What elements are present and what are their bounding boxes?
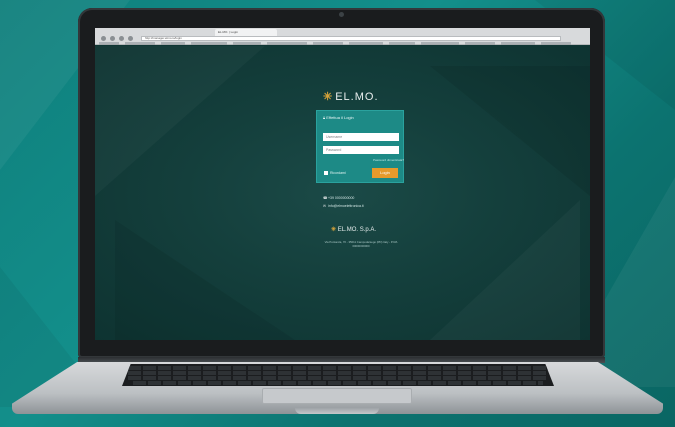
bookmark-item[interactable]	[161, 42, 185, 45]
logo-text: EL.MO.	[335, 91, 379, 103]
contact-email[interactable]: ✉ info@elmoelettronica.it	[323, 204, 364, 208]
page-facet	[430, 66, 590, 196]
key-row	[133, 381, 543, 385]
username-placeholder: Username	[326, 135, 343, 139]
bookmark-item[interactable]	[233, 42, 261, 45]
footer-logo-mark-icon: ✳	[331, 227, 337, 233]
forward-icon[interactable]	[110, 36, 115, 41]
bookmark-item[interactable]	[421, 42, 459, 45]
login-header: 🔒︎ Effettua il Login	[323, 115, 354, 120]
browser-tab-title: EL.MO. | Login	[218, 30, 238, 34]
bookmark-item[interactable]	[349, 42, 383, 45]
bookmark-item[interactable]	[389, 42, 415, 45]
forgot-password-link[interactable]: Password dimenticata?	[373, 158, 404, 162]
webcam	[339, 12, 344, 17]
back-icon[interactable]	[101, 36, 106, 41]
trackpad	[262, 388, 412, 404]
address-bar[interactable]: http://manager.elmo.io/login	[141, 36, 561, 41]
page-facet	[95, 46, 265, 196]
remember-me-label: Ricordami	[330, 171, 346, 175]
bookmarks-bar	[99, 42, 579, 45]
login-title: Effettua il Login	[326, 115, 354, 120]
address-bar-url: http://manager.elmo.io/login	[145, 36, 182, 40]
browser-chrome: EL.MO. | Login http://manager.elmo.io/lo…	[95, 28, 590, 45]
key-row	[128, 371, 548, 375]
page-facet	[115, 220, 295, 340]
footer-logo-text: EL.MO. S.p.A.	[337, 227, 377, 233]
laptop-lid: EL.MO. | Login http://manager.elmo.io/lo…	[78, 8, 605, 358]
login-card: 🔒︎ Effettua il Login Username Password P…	[316, 110, 404, 183]
password-placeholder: Password	[326, 148, 342, 152]
password-field[interactable]: Password	[323, 146, 399, 154]
bookmark-item[interactable]	[125, 42, 155, 45]
page-facet	[430, 200, 580, 340]
bookmark-item[interactable]	[99, 42, 119, 45]
bookmark-item[interactable]	[191, 42, 227, 45]
reload-icon[interactable]	[119, 36, 124, 41]
bookmark-item[interactable]	[465, 42, 495, 45]
key-row	[128, 376, 548, 380]
remember-me-checkbox[interactable]: Ricordami	[324, 171, 346, 176]
key-row	[128, 366, 548, 370]
email-address: info@elmoelettronica.it	[328, 204, 364, 208]
footer-logo: ✳ EL.MO. S.p.A.	[331, 226, 376, 233]
lid-notch	[295, 408, 379, 414]
bookmark-item[interactable]	[267, 42, 307, 45]
bookmark-item[interactable]	[541, 42, 571, 45]
keyboard	[122, 364, 554, 386]
login-button[interactable]: Login	[372, 168, 398, 178]
home-icon[interactable]	[128, 36, 133, 41]
contact-phone: ☎+39 0000000000	[323, 196, 354, 200]
bookmark-item[interactable]	[313, 42, 343, 45]
username-field[interactable]: Username	[323, 133, 399, 141]
brand-logo: ✳ EL.MO.	[323, 90, 379, 103]
browser-tab[interactable]: EL.MO. | Login	[215, 29, 277, 36]
laptop-screen: EL.MO. | Login http://manager.elmo.io/lo…	[95, 28, 590, 340]
checkbox-icon	[324, 171, 328, 176]
logo-mark-icon: ✳	[323, 91, 334, 103]
footer-legal-text: Via Pontarola, 70 - 35011 Campodarsego (…	[324, 240, 398, 248]
bookmark-item[interactable]	[501, 42, 535, 45]
login-page: ✳ EL.MO. 🔒︎ Effettua il Login Username Pa…	[95, 46, 590, 340]
lock-icon: 🔒︎	[323, 115, 326, 120]
phone-number: +39 0000000000	[328, 196, 355, 200]
